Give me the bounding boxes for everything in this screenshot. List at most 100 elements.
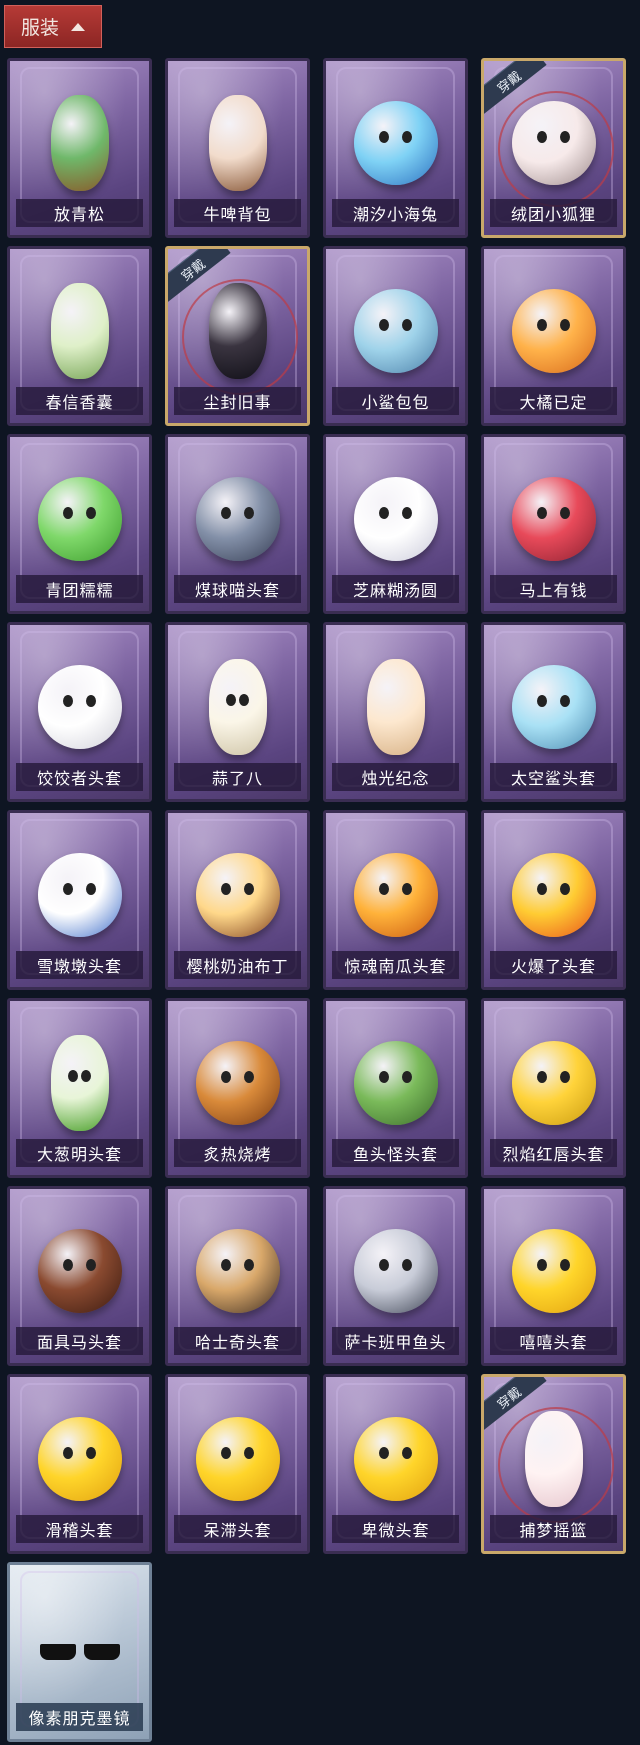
item-thumbnail-icon: [524, 1411, 583, 1507]
item-name-label: 青团糯糯: [16, 575, 143, 603]
item-thumbnail-icon: [511, 289, 596, 373]
outfit-grid: 放青松 牛啤背包 潮汐小海兔 穿戴 绒团小狐狸春信香囊 穿戴 尘封旧事 小鲨包包 大橘已定青团糯…: [7, 58, 626, 1742]
item-thumbnail-icon: [208, 283, 267, 379]
item-name-label: 卑微头套: [332, 1515, 459, 1543]
item-thumbnail-icon: [353, 1229, 438, 1313]
outfit-item-card[interactable]: 雪墩墩头套: [7, 810, 152, 990]
item-name-label: 烛光纪念: [332, 763, 459, 791]
outfit-item-card[interactable]: 潮汐小海兔: [323, 58, 468, 238]
item-name-label: 像素朋克墨镜: [16, 1703, 143, 1731]
chevron-up-icon: [71, 22, 85, 31]
item-thumbnail-icon: [195, 1417, 280, 1501]
item-thumbnail-icon: [208, 95, 267, 191]
item-thumbnail-icon: [195, 1229, 280, 1313]
item-thumbnail-icon: [208, 659, 267, 755]
item-name-label: 滑稽头套: [16, 1515, 143, 1543]
item-thumbnail-icon: [353, 477, 438, 561]
clothing-category-toggle[interactable]: 服装: [4, 5, 102, 48]
outfit-item-card[interactable]: 呆滞头套: [165, 1374, 310, 1554]
outfit-item-card[interactable]: 饺饺者头套: [7, 622, 152, 802]
outfit-item-card[interactable]: 樱桃奶油布丁: [165, 810, 310, 990]
item-thumbnail-icon: [511, 665, 596, 749]
item-name-label: 呆滞头套: [174, 1515, 301, 1543]
item-name-label: 春信香囊: [16, 387, 143, 415]
outfit-item-card[interactable]: 牛啤背包: [165, 58, 310, 238]
item-thumbnail-icon: [37, 477, 122, 561]
category-title: 服装: [20, 17, 59, 39]
outfit-item-card[interactable]: 大橘已定: [481, 246, 626, 426]
pixel-sunglasses-icon: [32, 1644, 128, 1662]
item-name-label: 面具马头套: [16, 1327, 143, 1355]
outfit-item-card[interactable]: 芝麻糊汤圆: [323, 434, 468, 614]
outfit-item-card[interactable]: 面具马头套: [7, 1186, 152, 1366]
item-name-label: 鱼头怪头套: [332, 1139, 459, 1167]
outfit-item-card[interactable]: 烈焰红唇头套: [481, 998, 626, 1178]
item-thumbnail-icon: [195, 477, 280, 561]
outfit-item-card[interactable]: 穿戴 尘封旧事: [165, 246, 310, 426]
item-thumbnail-icon: [366, 659, 425, 755]
outfit-item-card[interactable]: 春信香囊: [7, 246, 152, 426]
item-name-label: 饺饺者头套: [16, 763, 143, 791]
item-thumbnail-icon: [37, 1229, 122, 1313]
outfit-item-card[interactable]: 穿戴 捕梦摇篮: [481, 1374, 626, 1554]
item-thumbnail-icon: [37, 853, 122, 937]
outfit-item-card[interactable]: 卑微头套: [323, 1374, 468, 1554]
item-thumbnail-icon: [353, 101, 438, 185]
outfit-item-card[interactable]: 蒜了八: [165, 622, 310, 802]
item-thumbnail-icon: [511, 1229, 596, 1313]
outfit-item-card[interactable]: 小鲨包包: [323, 246, 468, 426]
item-thumbnail-icon: [511, 101, 596, 185]
item-thumbnail-icon: [511, 853, 596, 937]
item-name-label: 烈焰红唇头套: [490, 1139, 617, 1167]
outfit-item-card[interactable]: 鱼头怪头套: [323, 998, 468, 1178]
item-name-label: 雪墩墩头套: [16, 951, 143, 979]
item-thumbnail-icon: [50, 1035, 109, 1131]
item-name-label: 马上有钱: [490, 575, 617, 603]
item-name-label: 小鲨包包: [332, 387, 459, 415]
item-thumbnail-icon: [195, 853, 280, 937]
item-name-label: 哈士奇头套: [174, 1327, 301, 1355]
item-name-label: 炙热烧烤: [174, 1139, 301, 1167]
item-name-label: 潮汐小海兔: [332, 199, 459, 227]
outfit-item-card[interactable]: 像素朋克墨镜: [7, 1562, 152, 1742]
item-thumbnail-icon: [37, 665, 122, 749]
outfit-item-card[interactable]: 炙热烧烤: [165, 998, 310, 1178]
item-name-label: 嘻嘻头套: [490, 1327, 617, 1355]
item-name-label: 牛啤背包: [174, 199, 301, 227]
item-name-label: 蒜了八: [174, 763, 301, 791]
item-thumbnail-icon: [50, 95, 109, 191]
item-thumbnail-icon: [50, 283, 109, 379]
item-thumbnail-icon: [353, 289, 438, 373]
item-name-label: 惊魂南瓜头套: [332, 951, 459, 979]
outfit-item-card[interactable]: 马上有钱: [481, 434, 626, 614]
item-name-label: 绒团小狐狸: [490, 199, 617, 227]
outfit-item-card[interactable]: 火爆了头套: [481, 810, 626, 990]
outfit-item-card[interactable]: 萨卡班甲鱼头: [323, 1186, 468, 1366]
item-name-label: 樱桃奶油布丁: [174, 951, 301, 979]
item-thumbnail-icon: [195, 1041, 280, 1125]
outfit-item-card[interactable]: 穿戴 绒团小狐狸: [481, 58, 626, 238]
item-name-label: 捕梦摇篮: [490, 1515, 617, 1543]
outfit-item-card[interactable]: 滑稽头套: [7, 1374, 152, 1554]
item-thumbnail-icon: [353, 853, 438, 937]
item-thumbnail-icon: [353, 1417, 438, 1501]
outfit-item-card[interactable]: 惊魂南瓜头套: [323, 810, 468, 990]
item-thumbnail-icon: [511, 477, 596, 561]
item-name-label: 萨卡班甲鱼头: [332, 1327, 459, 1355]
outfit-item-card[interactable]: 青团糯糯: [7, 434, 152, 614]
item-thumbnail-icon: [353, 1041, 438, 1125]
outfit-item-card[interactable]: 哈士奇头套: [165, 1186, 310, 1366]
item-name-label: 煤球喵头套: [174, 575, 301, 603]
outfit-item-card[interactable]: 大葱明头套: [7, 998, 152, 1178]
item-name-label: 大橘已定: [490, 387, 617, 415]
outfit-item-card[interactable]: 放青松: [7, 58, 152, 238]
item-name-label: 尘封旧事: [174, 387, 301, 415]
outfit-item-card[interactable]: 嘻嘻头套: [481, 1186, 626, 1366]
item-name-label: 大葱明头套: [16, 1139, 143, 1167]
item-name-label: 芝麻糊汤圆: [332, 575, 459, 603]
outfit-item-card[interactable]: 烛光纪念: [323, 622, 468, 802]
item-name-label: 火爆了头套: [490, 951, 617, 979]
outfit-item-card[interactable]: 太空鲨头套: [481, 622, 626, 802]
item-thumbnail-icon: [511, 1041, 596, 1125]
outfit-item-card[interactable]: 煤球喵头套: [165, 434, 310, 614]
